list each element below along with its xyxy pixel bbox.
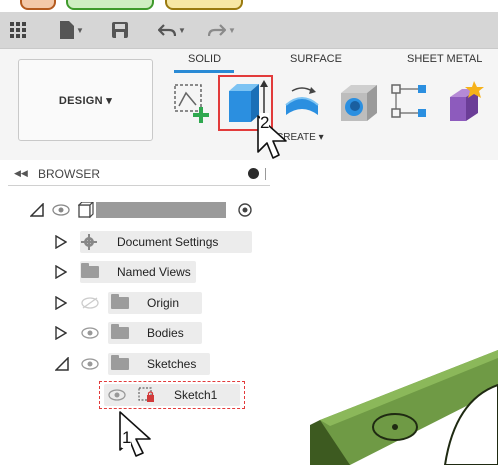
collapse-panel-icon[interactable]: ◀◀ [14,168,28,179]
pattern-button[interactable] [390,81,430,130]
green-pill [66,0,154,10]
tab-solid[interactable]: SOLID [188,53,221,65]
folder-icon [111,294,129,309]
expanded-triangle-icon[interactable] [30,203,44,217]
new-component-button[interactable] [444,79,488,130]
ribbon: DESIGN ▾ SOLID SURFACE SHEET METAL CREAT… [0,49,498,160]
hole-icon [341,85,377,121]
browser-header: ◀◀ BROWSER [8,163,270,186]
redo-icon [208,24,226,37]
component-icon [78,202,94,218]
3d-model-viewport[interactable] [270,330,498,465]
save-button[interactable] [112,16,128,44]
folder-icon [111,355,129,370]
app-grid-button[interactable] [10,16,26,44]
tree-item-origin[interactable]: Origin [55,291,179,315]
tab-sheet-metal[interactable]: SHEET METAL [407,53,482,65]
cursor-callout-2: 2 [254,112,294,173]
collapsed-triangle-icon[interactable] [55,235,67,249]
tree-item-label: Document Settings [117,235,219,249]
redacted-component-name [96,202,226,218]
quick-access-toolbar: ▼ ▼ ▼ [0,12,498,49]
browser-title: BROWSER [38,167,101,181]
tree-item-sketch1[interactable]: Sketch1 [108,383,217,407]
file-menu-button[interactable]: ▼ [60,16,84,44]
design-label: DESIGN ▾ [58,94,113,107]
folder-icon [111,324,129,339]
eye-icon[interactable] [81,327,99,339]
collapsed-triangle-icon[interactable] [55,326,67,340]
yellow-pill [165,0,243,10]
cursor-callout-1: 1 [116,408,158,470]
chevron-down-icon: ▼ [76,25,84,35]
undo-button[interactable]: ▼ [158,16,186,44]
top-pill-strip [0,0,498,12]
new-component-icon [450,81,484,121]
tree-item-label: Sketches [147,357,197,371]
tree-item-label: Bodies [147,326,184,340]
design-workspace-button[interactable]: DESIGN ▾ [18,59,153,141]
sketch-locked-icon [138,387,154,402]
eye-icon[interactable] [108,389,126,401]
tree-item-named-views[interactable]: Named Views [55,260,191,284]
tree-item-bodies[interactable]: Bodies [55,321,184,345]
root-component-row[interactable] [30,198,270,222]
tree-item-label: Sketch1 [174,388,218,402]
tree-item-label: Origin [147,296,180,310]
tree-item-label: Named Views [117,265,191,279]
folder-icon [81,263,99,278]
tree-item-sketches[interactable]: Sketches [55,352,196,376]
hole-button[interactable] [337,81,381,130]
eye-hidden-icon[interactable] [81,297,99,309]
gear-icon [81,234,97,250]
undo-icon [158,24,176,37]
eye-icon[interactable] [81,358,99,370]
activate-radio-icon[interactable] [238,203,252,217]
eye-icon[interactable] [52,204,70,216]
tab-surface[interactable]: SURFACE [290,53,342,65]
callout-number: 1 [122,428,132,448]
active-tab-underline [174,70,234,73]
create-sketch-icon [174,84,209,123]
create-sketch-button[interactable] [170,81,216,132]
redo-button[interactable]: ▼ [208,16,236,44]
save-icon [112,22,128,38]
collapsed-triangle-icon[interactable] [55,265,67,279]
chevron-down-icon: ▼ [178,25,186,35]
tree-item-document-settings[interactable]: Document Settings [55,230,218,254]
expanded-triangle-icon[interactable] [55,357,69,371]
callout-number: 2 [260,113,270,133]
collapsed-triangle-icon[interactable] [55,296,67,310]
grid-icon [10,22,26,38]
file-icon [60,21,74,39]
chevron-down-icon: ▼ [228,25,236,35]
orange-pill [20,0,56,10]
pattern-icon [391,84,426,118]
